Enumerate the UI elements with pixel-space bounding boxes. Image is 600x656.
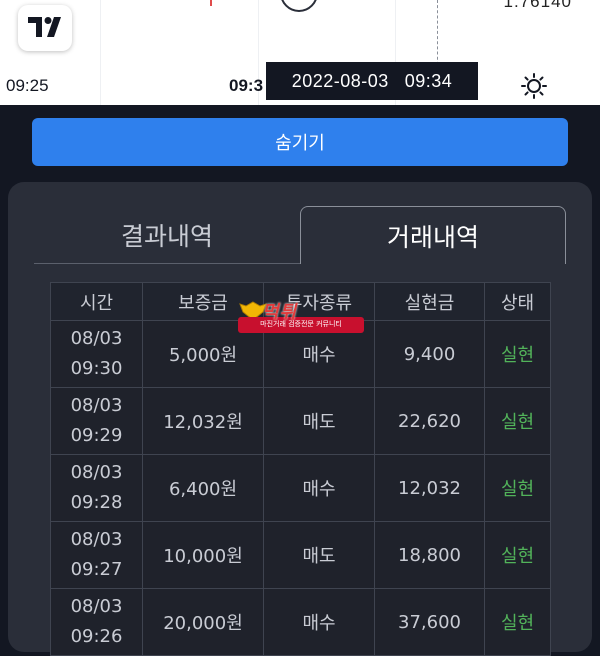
- cell-clock: 09:27: [70, 559, 123, 580]
- cell-time: 08/03 09:30: [50, 320, 143, 388]
- crosshair-date: 2022-08-03: [291, 70, 389, 91]
- tradingview-logo[interactable]: [18, 5, 72, 51]
- cell-realized: 9,400: [374, 320, 485, 388]
- cell-time: 08/03 09:28: [50, 454, 143, 522]
- cell-status: 실현: [484, 320, 551, 388]
- cell-time: 08/03 09:26: [50, 588, 143, 656]
- cell-clock: 09:30: [70, 358, 123, 379]
- cell-date: 08/03: [70, 596, 123, 617]
- trade-history-table: 시간 보증금 투자종류 실현금 상태 08/03 09:30 5,000원 매수 …: [50, 282, 551, 656]
- cell-type: 매수: [263, 454, 375, 522]
- crosshair-line: [437, 0, 438, 70]
- price-chart[interactable]: 1.76140 09:25 09:3 2022-08-03 09:34: [0, 0, 600, 105]
- cell-clock: 09:26: [70, 626, 123, 647]
- history-panel: 결과내역 거래내역 시간 보증금 투자종류 실현금 상태 08/03 09:30 …: [8, 182, 592, 656]
- table-row: 08/03 09:28 6,400원 매수 12,032 실현: [50, 454, 551, 522]
- cell-realized: 12,032: [374, 454, 485, 522]
- table-row: 08/03 09:29 12,032원 매도 22,620 실현: [50, 387, 551, 455]
- cell-deposit: 20,000원: [142, 588, 264, 656]
- crosshair-time: 09:34: [404, 70, 453, 91]
- drag-handle[interactable]: [280, 0, 318, 12]
- time-axis-label: 09:3: [229, 76, 264, 95]
- cell-deposit: 6,400원: [142, 454, 264, 522]
- cell-type: 매도: [263, 387, 375, 455]
- history-tabs: 결과내역 거래내역: [34, 206, 566, 264]
- cell-date: 08/03: [70, 328, 123, 349]
- cell-date: 08/03: [70, 462, 123, 483]
- table-header-row: 시간 보증금 투자종류 실현금 상태: [50, 282, 551, 321]
- cell-realized: 18,800: [374, 521, 485, 589]
- tab-trades[interactable]: 거래내역: [300, 206, 566, 264]
- sun-icon[interactable]: [521, 73, 547, 99]
- table-row: 08/03 09:26 20,000원 매수 37,600 실현: [50, 588, 551, 656]
- tab-results[interactable]: 결과내역: [34, 206, 300, 264]
- time-axis-label: 09:25: [6, 76, 49, 95]
- cell-date: 08/03: [70, 395, 123, 416]
- cell-date: 08/03: [70, 529, 123, 550]
- header-type: 투자종류: [263, 282, 375, 321]
- price-label: 1.76140: [503, 0, 572, 11]
- hide-button[interactable]: 숨기기: [32, 118, 568, 166]
- cell-type: 매수: [263, 320, 375, 388]
- cell-type: 매도: [263, 521, 375, 589]
- cell-time: 08/03 09:27: [50, 521, 143, 589]
- cell-deposit: 5,000원: [142, 320, 264, 388]
- cell-deposit: 10,000원: [142, 521, 264, 589]
- header-time: 시간: [50, 282, 143, 321]
- crosshair-time-label: 2022-08-03 09:34: [266, 62, 478, 100]
- cell-clock: 09:29: [70, 425, 123, 446]
- table-row: 08/03 09:27 10,000원 매도 18,800 실현: [50, 521, 551, 589]
- cell-status: 실현: [484, 588, 551, 656]
- cell-type: 매수: [263, 588, 375, 656]
- table-row: 08/03 09:30 5,000원 매수 9,400 실현: [50, 320, 551, 388]
- header-status: 상태: [484, 282, 551, 321]
- cell-realized: 37,600: [374, 588, 485, 656]
- cell-status: 실현: [484, 387, 551, 455]
- header-realized: 실현금: [374, 282, 485, 321]
- cell-time: 08/03 09:29: [50, 387, 143, 455]
- price-marker: [210, 0, 212, 6]
- cell-clock: 09:28: [70, 492, 123, 513]
- cell-status: 실현: [484, 521, 551, 589]
- cell-realized: 22,620: [374, 387, 485, 455]
- cell-status: 실현: [484, 454, 551, 522]
- header-deposit: 보증금: [142, 282, 264, 321]
- cell-deposit: 12,032원: [142, 387, 264, 455]
